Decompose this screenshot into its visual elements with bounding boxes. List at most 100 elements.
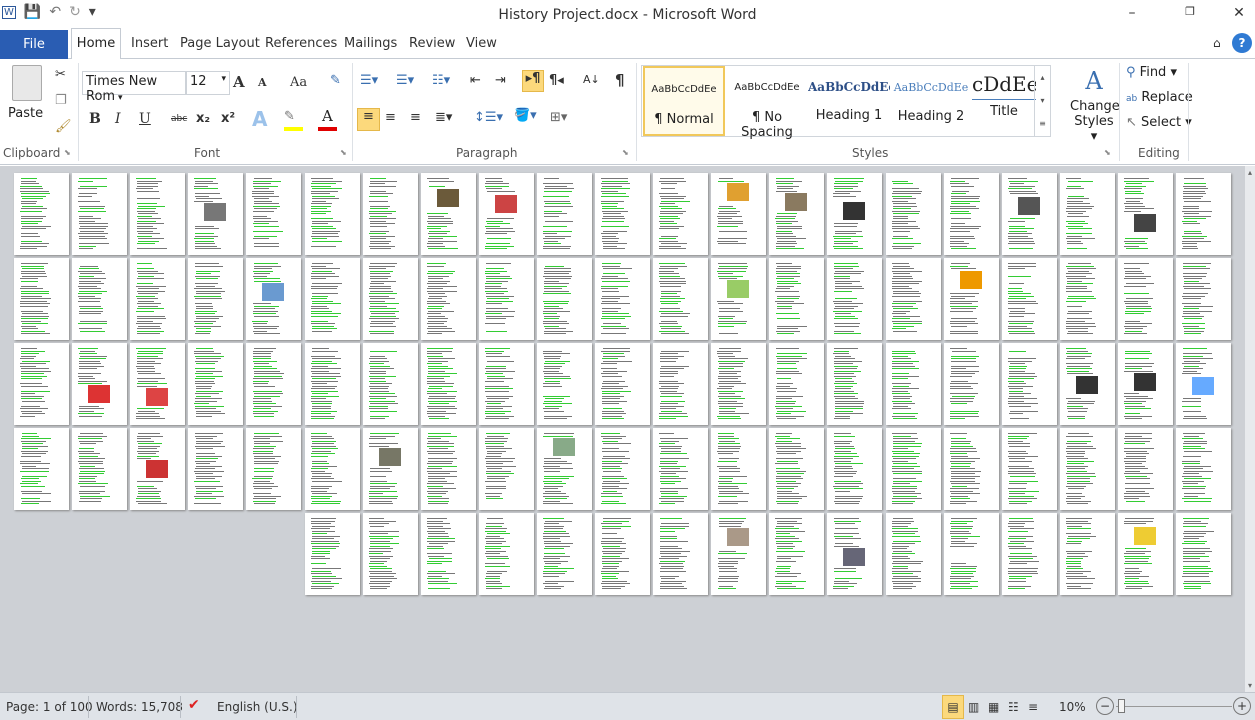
page-thumbnail[interactable] xyxy=(653,428,709,510)
vertical-scrollbar[interactable]: ▴ ▾ xyxy=(1245,166,1255,692)
paste-button[interactable]: Paste xyxy=(8,63,48,129)
page-thumbnail[interactable] xyxy=(885,173,941,255)
proofing-icon[interactable]: ✔ xyxy=(188,697,200,713)
page-thumbnail[interactable] xyxy=(653,258,709,340)
page-thumbnail[interactable] xyxy=(536,513,592,595)
page-thumbnail[interactable] xyxy=(188,173,244,255)
page-thumbnail[interactable] xyxy=(130,428,186,510)
tab-insert[interactable]: Insert xyxy=(131,36,168,51)
scroll-down-icon[interactable]: ▾ xyxy=(1245,681,1255,690)
page-thumbnail[interactable] xyxy=(711,513,767,595)
page-thumbnail[interactable] xyxy=(1001,173,1057,255)
page-thumbnail[interactable] xyxy=(711,258,767,340)
page-thumbnail[interactable] xyxy=(1176,513,1231,595)
tab-page-layout[interactable]: Page Layout xyxy=(180,36,260,51)
page-thumbnail[interactable] xyxy=(943,173,999,255)
underline-button[interactable]: U xyxy=(139,111,151,127)
page-thumbnail[interactable] xyxy=(304,173,360,255)
page-thumbnail[interactable] xyxy=(420,513,476,595)
minimize-button[interactable]: – xyxy=(1117,5,1147,21)
page-thumbnail[interactable] xyxy=(827,428,883,510)
page-thumbnail[interactable] xyxy=(72,428,128,510)
close-button[interactable]: ✕ xyxy=(1224,5,1254,21)
page-thumbnail[interactable] xyxy=(304,428,360,510)
page-thumbnail[interactable] xyxy=(769,258,825,340)
page-thumbnail[interactable] xyxy=(769,513,825,595)
clipboard-dialog-launcher-icon[interactable]: ⬊ xyxy=(64,148,71,157)
font-color-button[interactable]: A xyxy=(318,107,338,131)
strikethrough-button[interactable]: abc xyxy=(171,114,187,124)
page-thumbnail[interactable] xyxy=(1176,258,1231,340)
page-thumbnail[interactable] xyxy=(885,343,941,425)
page-thumbnail[interactable] xyxy=(362,513,418,595)
zoom-out-button[interactable]: − xyxy=(1096,697,1114,715)
ltr-direction-button[interactable]: ▸¶ xyxy=(522,70,544,92)
page-thumbnail[interactable] xyxy=(1059,173,1115,255)
style-heading-1[interactable]: AaBbCcDdEe Heading 1 xyxy=(808,66,890,136)
page-thumbnail[interactable] xyxy=(943,258,999,340)
full-screen-reading-icon[interactable]: ▥ xyxy=(968,700,979,714)
page-thumbnail[interactable] xyxy=(536,343,592,425)
grow-font-icon[interactable]: A xyxy=(233,73,245,91)
print-layout-view-icon[interactable]: ▤ xyxy=(942,695,964,719)
subscript-button[interactable]: x₂ xyxy=(196,111,210,126)
font-size-select[interactable]: 12 ▾ xyxy=(186,71,230,95)
numbering-icon[interactable]: ☰▾ xyxy=(396,73,414,88)
page-thumbnail[interactable] xyxy=(1117,343,1173,425)
page-thumbnail[interactable] xyxy=(14,258,69,340)
page-thumbnail[interactable] xyxy=(1001,513,1057,595)
page-thumbnail[interactable] xyxy=(420,173,476,255)
copy-icon[interactable]: ❐ xyxy=(55,93,67,108)
page-thumbnail[interactable] xyxy=(420,343,476,425)
page-thumbnail[interactable] xyxy=(943,513,999,595)
page-thumbnail[interactable] xyxy=(1176,173,1231,255)
page-thumbnail[interactable] xyxy=(943,428,999,510)
style-no-spacing[interactable]: AaBbCcDdEe ¶ No Spacing xyxy=(726,66,808,140)
page-thumbnail[interactable] xyxy=(362,343,418,425)
cut-icon[interactable]: ✂ xyxy=(55,67,66,82)
draft-view-icon[interactable]: ≡ xyxy=(1028,700,1038,714)
page-thumbnail[interactable] xyxy=(420,258,476,340)
page-thumbnail[interactable] xyxy=(769,428,825,510)
page-thumbnail[interactable] xyxy=(1059,258,1115,340)
change-styles-button[interactable]: A Change Styles ▾ xyxy=(1070,67,1120,144)
zoom-slider-thumb[interactable] xyxy=(1118,699,1125,713)
clear-formatting-icon[interactable]: ✎ xyxy=(330,73,341,88)
sort-button[interactable]: A↓ xyxy=(583,73,600,86)
page-thumbnail[interactable] xyxy=(246,343,302,425)
page-thumbnail[interactable] xyxy=(188,258,244,340)
styles-dialog-launcher-icon[interactable]: ⬊ xyxy=(1104,148,1111,157)
word-count[interactable]: Words: 15,708 xyxy=(96,700,183,714)
increase-indent-icon[interactable]: ⇥ xyxy=(495,73,506,88)
page-thumbnail[interactable] xyxy=(827,343,883,425)
scroll-up-icon[interactable]: ▴ xyxy=(1245,168,1255,177)
show-formatting-button[interactable]: ¶ xyxy=(615,71,625,89)
minimize-ribbon-icon[interactable]: ⌂ xyxy=(1213,36,1221,50)
web-layout-icon[interactable]: ▦ xyxy=(988,700,999,714)
find-button[interactable]: ⚲ Find ▾ xyxy=(1126,65,1177,80)
align-left-button[interactable]: ≡ xyxy=(357,108,380,131)
page-thumbnail[interactable] xyxy=(1059,428,1115,510)
font-dialog-launcher-icon[interactable]: ⬊ xyxy=(340,148,347,157)
page-thumbnail[interactable] xyxy=(595,428,650,510)
page-thumbnail[interactable] xyxy=(130,258,186,340)
page-thumbnail[interactable] xyxy=(246,428,302,510)
page-thumbnail[interactable] xyxy=(1117,428,1173,510)
page-thumbnail[interactable] xyxy=(595,173,650,255)
page-thumbnail[interactable] xyxy=(478,428,534,510)
page-count[interactable]: Page: 1 of 100 xyxy=(6,700,93,714)
highlight-color-button[interactable]: ✎ xyxy=(284,109,304,131)
page-thumbnail[interactable] xyxy=(827,258,883,340)
page-thumbnail[interactable] xyxy=(1176,428,1231,510)
line-spacing-icon[interactable]: ↕☰▾ xyxy=(474,110,503,125)
tab-references[interactable]: References xyxy=(265,36,337,51)
font-name-select[interactable]: Times New Rom ▾ xyxy=(82,71,186,104)
page-thumbnail[interactable] xyxy=(711,343,767,425)
page-thumbnail[interactable] xyxy=(362,428,418,510)
zoom-level[interactable]: 10% xyxy=(1059,700,1086,714)
page-thumbnail[interactable] xyxy=(653,173,709,255)
document-area[interactable] xyxy=(0,166,1245,692)
select-button[interactable]: ↖ Select ▾ xyxy=(1126,115,1192,130)
page-thumbnail[interactable] xyxy=(1059,343,1115,425)
multilevel-list-icon[interactable]: ☷▾ xyxy=(432,73,450,88)
